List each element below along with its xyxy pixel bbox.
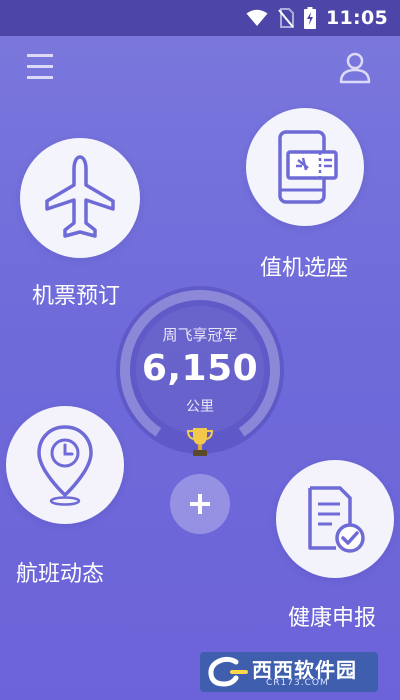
flight-booking-button[interactable] xyxy=(20,138,140,258)
flight-status-button[interactable] xyxy=(6,406,124,524)
boarding-pass-phone-icon xyxy=(270,130,340,204)
watermark-subtext: CR173.COM xyxy=(266,678,329,688)
add-button[interactable] xyxy=(170,474,230,534)
mileage-value: 6,150 xyxy=(141,348,259,389)
checkin-seat-button[interactable] xyxy=(246,108,364,226)
location-clock-icon xyxy=(33,423,97,507)
wifi-icon xyxy=(246,9,268,27)
flight-status-label[interactable]: 航班动态 xyxy=(16,556,104,588)
menu-icon xyxy=(25,52,59,82)
no-sim-icon xyxy=(278,8,295,28)
flight-booking-label[interactable]: 机票预订 xyxy=(32,278,120,310)
user-icon xyxy=(338,50,372,84)
status-bar: 11:05 xyxy=(0,0,400,36)
watermark: 西西软件园 CR173.COM xyxy=(200,652,378,692)
battery-charging-icon xyxy=(304,7,317,29)
health-declaration-label[interactable]: 健康申报 xyxy=(288,600,376,632)
status-time: 11:05 xyxy=(326,7,388,29)
trophy-icon xyxy=(186,426,214,458)
mileage-caption: 周飞享冠军 xyxy=(162,326,238,344)
health-declaration-button[interactable] xyxy=(276,460,394,578)
profile-button[interactable] xyxy=(338,50,372,84)
status-icons: 11:05 xyxy=(246,7,388,29)
mileage-unit: 公里 xyxy=(186,399,214,415)
mileage-gauge[interactable]: 周飞享冠军 6,150 公里 xyxy=(110,280,290,460)
plus-icon xyxy=(189,493,211,515)
watermark-logo-icon xyxy=(206,656,250,688)
menu-button[interactable] xyxy=(25,52,59,82)
checkin-seat-label[interactable]: 值机选座 xyxy=(260,250,348,282)
document-check-icon xyxy=(302,484,368,554)
airplane-icon xyxy=(45,153,115,243)
